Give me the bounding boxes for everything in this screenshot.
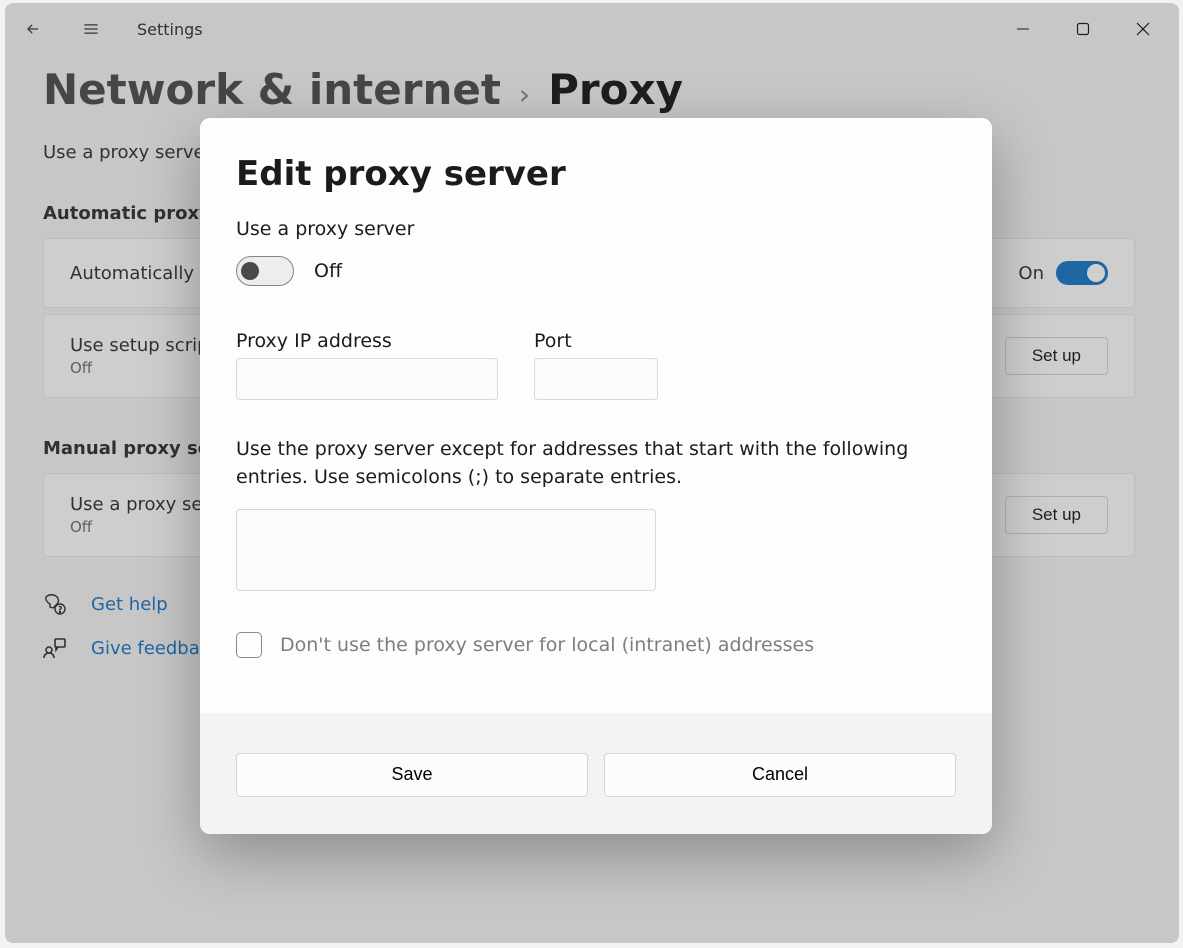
exclude-addresses-input[interactable] [236, 509, 656, 591]
exclude-help-text: Use the proxy server except for addresse… [236, 436, 956, 491]
save-button[interactable]: Save [236, 753, 588, 797]
use-proxy-label: Use a proxy server [236, 218, 956, 240]
dialog-title: Edit proxy server [236, 154, 956, 194]
dialog-footer: Save Cancel [200, 714, 992, 834]
use-proxy-toggle-state: Off [314, 260, 342, 282]
proxy-port-label: Port [534, 330, 658, 352]
local-bypass-label: Don't use the proxy server for local (in… [280, 634, 814, 656]
use-proxy-toggle[interactable] [236, 256, 294, 286]
proxy-ip-input[interactable] [236, 358, 498, 400]
proxy-port-input[interactable] [534, 358, 658, 400]
edit-proxy-dialog: Edit proxy server Use a proxy server Off… [200, 118, 992, 834]
local-bypass-checkbox[interactable] [236, 632, 262, 658]
cancel-button[interactable]: Cancel [604, 753, 956, 797]
proxy-ip-label: Proxy IP address [236, 330, 498, 352]
